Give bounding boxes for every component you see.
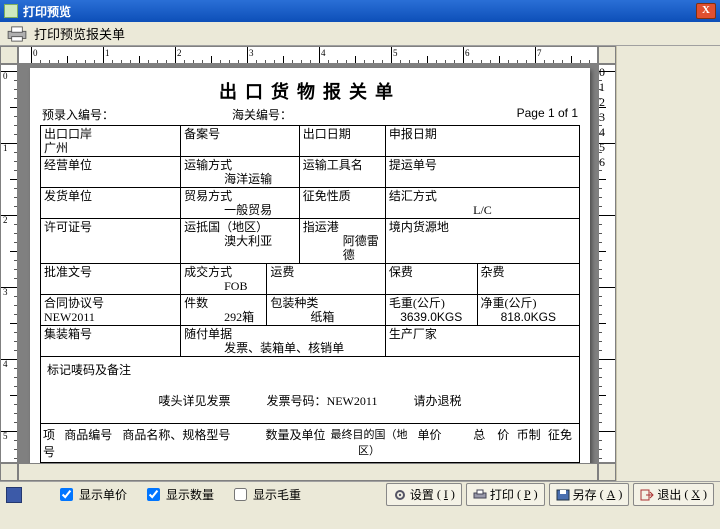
print-button[interactable]: 打印(P) [466,483,545,506]
document-page: 出口货物报关单 预录入编号： 海关编号： Page 1 of 1 出口口岸广州 … [30,68,590,463]
printer-small-icon [473,489,487,501]
save-icon [556,489,570,501]
close-icon[interactable]: X [696,3,716,19]
customs-no-label: 海关编号： [202,106,468,123]
settings-button[interactable]: 设置(I) [386,483,462,506]
window-titlebar: 打印预览 X [0,0,720,22]
preview-canvas[interactable]: 出口货物报关单 预录入编号： 海关编号： Page 1 of 1 出口口岸广州 … [18,64,598,463]
fld-dest-port: 指运港阿德雷德 [299,219,385,264]
fld-container-no: 集装箱号 [41,326,181,357]
window-title: 打印预览 [23,3,696,20]
app-icon [4,4,18,18]
fld-bill-no: 提运单号 [385,157,579,188]
exit-icon [640,489,654,501]
fld-transport-mode: 运输方式海洋运输 [181,157,300,188]
ruler-corner-br [598,463,616,481]
fld-dest-country: 运抵国（地区）澳大利亚 [181,219,300,264]
checkbox-show-gross[interactable]: 显示毛重 [230,485,301,504]
fld-license-no: 许可证号 [41,219,181,264]
fld-record-no: 备案号 [181,126,300,157]
ruler-corner [0,46,18,64]
fld-insurance: 保费 [385,264,477,295]
scrollbar-horizontal[interactable] [18,463,598,481]
doc-header-line: 预录入编号： 海关编号： Page 1 of 1 [40,106,580,125]
mode-toggle-icon[interactable] [6,487,22,503]
doc-title: 出口货物报关单 [40,74,580,106]
fld-net-weight: 净重(公斤)818.0KGS [477,295,579,326]
fld-attached-docs: 随付单据发票、装箱单、核销单 [181,326,386,357]
preview-workarea: 012345678 0123456 0123456 出口货物报关单 预录入编号：… [0,46,616,481]
toolbar: 打印预览报关单 [0,22,720,46]
marks-notes-content: 唛头详见发票 发票号码：NEW2011 请办退税 [47,388,573,415]
fld-contract-no: 合同协议号NEW2011 [41,295,181,326]
fld-misc: 杂费 [477,264,579,295]
fld-approval-no: 批准文号 [41,264,181,295]
toolbar-title: 打印预览报关单 [34,24,125,43]
fld-freight: 运费 [267,264,386,295]
fld-trade-mode: 贸易方式一般贸易 [181,188,300,219]
ruler-vertical-right: 0123456 [598,64,616,463]
fld-transport-name: 运输工具名 [299,157,385,188]
footer-bar: 显示单价 显示数量 显示毛重 设置(I) 打印(P) 另存(A) 退出(X) [0,481,720,507]
fld-export-port: 出口口岸广州 [41,126,181,157]
saveas-button[interactable]: 另存(A) [549,483,630,506]
page-indicator: Page 1 of 1 [468,106,578,123]
ruler-horizontal: 012345678 [18,46,598,64]
fld-exemption: 征免性质 [299,188,385,219]
items-header: 项号 商品编号 商品名称、规格型号 数量及单位 最终目的国（地区） 单价 总 价… [40,424,580,463]
fld-gross-weight: 毛重(公斤)3639.0KGS [385,295,477,326]
checkbox-show-qty[interactable]: 显示数量 [143,485,214,504]
right-panel [616,46,720,481]
marks-notes-label: 标记唛码及备注 [47,361,573,388]
fld-origin: 境内货源地 [385,219,579,264]
fld-export-date: 出口日期 [299,126,385,157]
marks-notes-section: 标记唛码及备注 唛头详见发票 发票号码：NEW2011 请办退税 [40,357,580,424]
pre-entry-no-label: 预录入编号： [42,106,202,123]
fld-pkg-type: 包装种类纸箱 [267,295,386,326]
printer-icon[interactable] [6,26,28,42]
ruler-corner-tr [598,46,616,64]
fld-declare-date: 申报日期 [385,126,579,157]
fld-manufacturer: 生产厂家 [385,326,579,357]
ruler-vertical-left: 0123456 [0,64,18,463]
fld-shipper: 发货单位 [41,188,181,219]
checkbox-show-price[interactable]: 显示单价 [56,485,127,504]
fld-operator: 经营单位 [41,157,181,188]
fld-deal-mode: 成交方式FOB [181,264,267,295]
fld-settlement: 结汇方式L/C [385,188,579,219]
declaration-form: 出口口岸广州 备案号 出口日期 申报日期 经营单位 运输方式海洋运输 运输工具名… [40,125,580,357]
gear-icon [393,489,407,501]
fld-pkg-count: 件数292箱 [181,295,267,326]
ruler-corner-bl [0,463,18,481]
exit-button[interactable]: 退出(X) [633,483,714,506]
